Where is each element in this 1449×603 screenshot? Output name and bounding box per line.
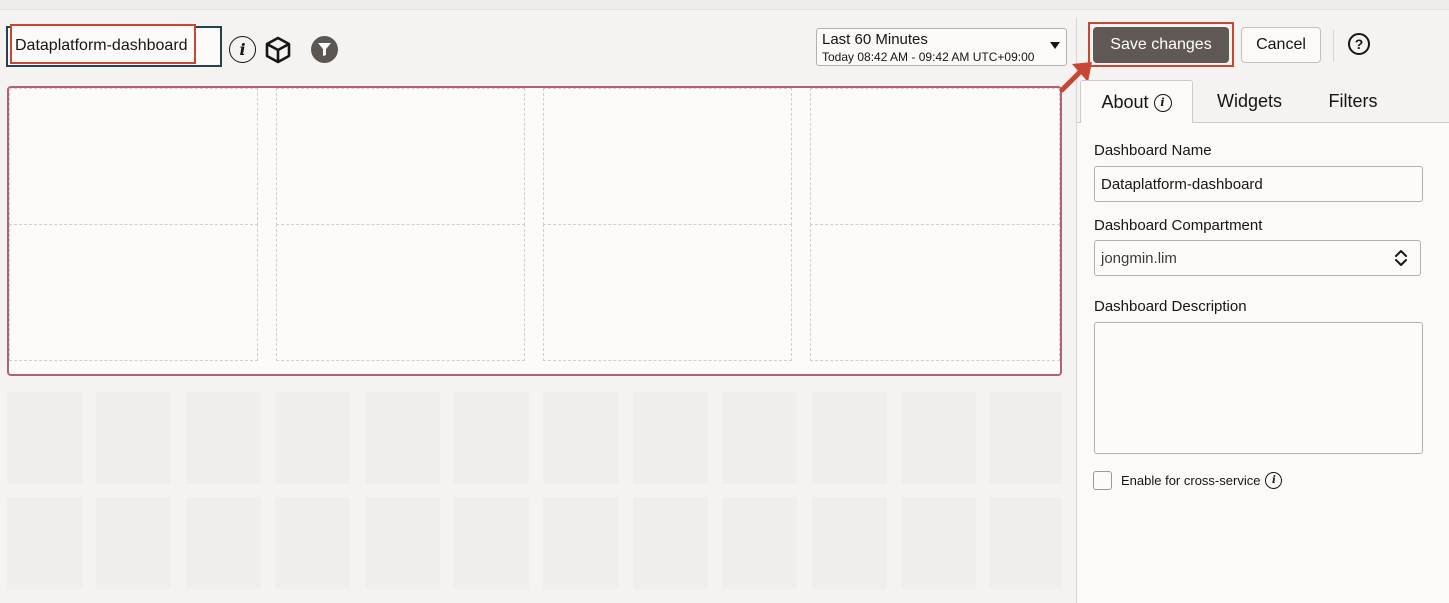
time-range-label: Last 60 Minutes bbox=[822, 31, 928, 48]
toolbar-separator bbox=[1333, 30, 1334, 62]
dashboard-name-input[interactable]: Dataplatform-dashboard bbox=[1094, 166, 1423, 202]
compartment-select[interactable]: jongmin.lim bbox=[1094, 240, 1421, 276]
grid-cell bbox=[9, 88, 258, 225]
placeholder-tile bbox=[543, 497, 619, 589]
dashboard-compartment-label: Dashboard Compartment bbox=[1094, 217, 1263, 234]
grid-cell bbox=[276, 224, 525, 361]
placeholder-tile bbox=[364, 497, 440, 589]
dashboard-title-input[interactable]: Dataplatform-dashboard bbox=[10, 24, 196, 64]
placeholder-tile bbox=[632, 392, 708, 484]
caret-down-icon bbox=[1050, 42, 1060, 49]
compartment-value: jongmin.lim bbox=[1101, 250, 1177, 267]
placeholder-tile bbox=[811, 392, 887, 484]
grid-cell bbox=[9, 224, 258, 361]
grid-cell bbox=[276, 88, 525, 225]
time-range-select[interactable]: Last 60 Minutes Today 08:42 AM - 09:42 A… bbox=[816, 28, 1067, 66]
top-strip bbox=[0, 0, 1449, 10]
placeholder-tile bbox=[722, 392, 798, 484]
placeholder-tile bbox=[185, 497, 261, 589]
cross-service-checkbox[interactable] bbox=[1093, 471, 1112, 490]
placeholder-tile bbox=[901, 497, 976, 589]
tab-about[interactable]: About i bbox=[1080, 80, 1193, 124]
save-changes-button[interactable]: Save changes bbox=[1093, 27, 1229, 63]
time-range-detail: Today 08:42 AM - 09:42 AM UTC+09:00 bbox=[822, 50, 1035, 64]
placeholder-tile bbox=[722, 497, 798, 589]
cross-service-label: Enable for cross-service bbox=[1121, 473, 1261, 488]
info-icon[interactable]: i bbox=[1265, 472, 1283, 489]
placeholder-tile bbox=[811, 497, 887, 589]
tab-about-label: About bbox=[1101, 92, 1149, 112]
placeholder-tile bbox=[454, 497, 529, 589]
placeholder-tile bbox=[7, 392, 82, 484]
placeholder-tile bbox=[7, 497, 82, 589]
placeholder-tile bbox=[632, 497, 708, 589]
tab-widgets[interactable]: Widgets bbox=[1202, 80, 1297, 123]
placeholder-tile bbox=[275, 497, 351, 589]
info-icon[interactable]: i bbox=[229, 36, 256, 63]
placeholder-tile bbox=[96, 392, 172, 484]
tab-filters[interactable]: Filters bbox=[1313, 80, 1393, 123]
grid-cell bbox=[810, 224, 1060, 361]
grid-cell bbox=[543, 224, 792, 361]
placeholder-tile bbox=[901, 392, 976, 484]
placeholder-tile bbox=[275, 392, 351, 484]
grid-cell bbox=[543, 88, 792, 225]
dashboard-description-textarea[interactable] bbox=[1094, 322, 1423, 454]
filter-icon[interactable] bbox=[311, 36, 338, 63]
info-icon: i bbox=[1153, 93, 1172, 112]
placeholder-tile bbox=[543, 392, 619, 484]
cancel-button[interactable]: Cancel bbox=[1241, 27, 1321, 63]
help-icon[interactable]: ? bbox=[1348, 33, 1370, 55]
cube-icon[interactable] bbox=[264, 36, 292, 64]
grid-cell bbox=[810, 88, 1060, 225]
placeholder-tile bbox=[990, 497, 1062, 589]
placeholder-tile bbox=[185, 392, 261, 484]
placeholder-tile bbox=[990, 392, 1062, 484]
placeholder-tile bbox=[364, 392, 440, 484]
placeholder-tile bbox=[96, 497, 172, 589]
cross-service-row: Enable for cross-service i bbox=[1121, 472, 1283, 489]
dashboard-description-label: Dashboard Description bbox=[1094, 298, 1247, 315]
dashboard-name-label: Dashboard Name bbox=[1094, 142, 1212, 159]
select-arrows-icon bbox=[1395, 250, 1407, 266]
dashboard-canvas[interactable] bbox=[7, 86, 1062, 376]
placeholder-tile bbox=[454, 392, 529, 484]
